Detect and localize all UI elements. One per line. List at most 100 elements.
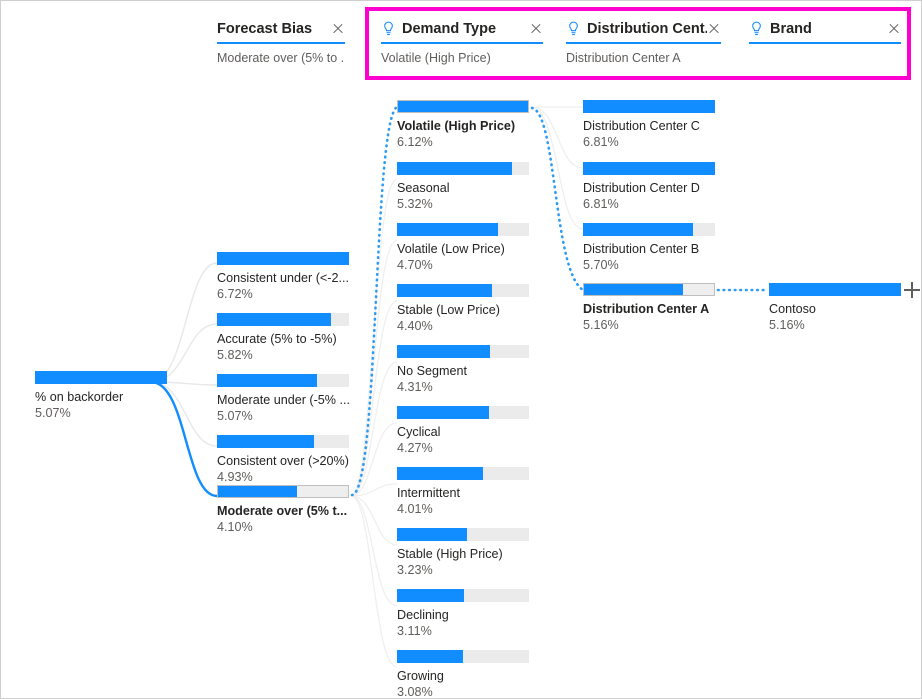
node-bar-fill	[583, 100, 715, 113]
node-value: 4.93%	[217, 470, 253, 484]
level-header-title: Distribution Cent...	[587, 21, 707, 37]
node-bar-track	[217, 252, 349, 265]
node-label: No Segment	[397, 364, 468, 378]
connector-inactive-group	[350, 178, 398, 668]
level-header-title: Brand	[770, 21, 812, 37]
node-label: Consistent over (>20%)	[217, 454, 349, 468]
level-header-title: Demand Type	[402, 21, 497, 37]
node-bar-track	[397, 223, 529, 236]
tree-node-demand-type-8[interactable]: Declining 3.11%	[397, 589, 529, 639]
node-bar-track	[217, 435, 349, 448]
tree-node-demand-type-4[interactable]: No Segment 4.31%	[397, 345, 529, 395]
node-bar-track	[397, 162, 529, 175]
tree-node-forecast-bias-1[interactable]: Accurate (5% to -5%) 5.82%	[217, 313, 349, 363]
level-header-distribution-center[interactable]: Distribution Cent... Distribution Center…	[566, 19, 721, 69]
tree-node-forecast-bias-3[interactable]: Consistent over (>20%) 4.93%	[217, 435, 349, 485]
node-bar-track	[583, 283, 715, 296]
level-header-forecast-bias[interactable]: Forecast Bias Moderate over (5% to ...	[217, 19, 345, 69]
node-value: 4.27%	[397, 441, 433, 455]
node-bar-track	[217, 485, 349, 498]
node-label: Distribution Center B	[583, 242, 700, 256]
node-bar-track	[35, 371, 167, 384]
level-header-underline	[749, 42, 901, 44]
node-bar-fill	[397, 162, 512, 175]
tree-node-demand-type-1[interactable]: Seasonal 5.32%	[397, 162, 529, 212]
node-bar-fill	[584, 284, 683, 295]
tree-node-brand-0[interactable]: Contoso 5.16%	[769, 283, 901, 333]
lightbulb-icon	[752, 21, 761, 36]
level-header-title-row: Forecast Bias	[217, 19, 345, 39]
level-header-subtitle: Moderate over (5% to ...	[217, 51, 345, 65]
node-bar-track	[397, 650, 529, 663]
level-header-underline	[217, 42, 345, 44]
close-icon[interactable]	[529, 22, 543, 36]
node-bar-track	[217, 313, 349, 326]
node-bar-track	[397, 406, 529, 419]
node-label: Intermittent	[397, 486, 460, 500]
tree-node-demand-type-9[interactable]: Growing 3.08%	[397, 650, 529, 699]
node-bar-track	[397, 467, 529, 480]
tree-node-distribution-center-2[interactable]: Distribution Center B 5.70%	[583, 223, 715, 273]
tree-node-root[interactable]: % on backorder 5.07%	[35, 371, 167, 421]
node-bar-track	[217, 374, 349, 387]
node-value: 6.81%	[583, 135, 619, 149]
node-bar-track	[397, 589, 529, 602]
node-label: Volatile (Low Price)	[397, 242, 505, 256]
tree-node-distribution-center-3[interactable]: Distribution Center A 5.16%	[583, 283, 715, 333]
node-value: 4.31%	[397, 380, 433, 394]
node-bar-fill	[35, 371, 167, 384]
node-bar-track	[397, 345, 529, 358]
close-icon[interactable]	[707, 22, 721, 36]
node-bar-track	[583, 162, 715, 175]
level-header-subtitle: Volatile (High Price)	[381, 51, 491, 65]
node-label: Distribution Center D	[583, 181, 700, 195]
node-bar-fill	[217, 313, 332, 326]
level-header-brand[interactable]: Brand	[749, 19, 901, 69]
node-bar-track	[583, 100, 715, 113]
node-bar-fill	[218, 486, 298, 497]
node-label: Moderate under (-5% ...	[217, 393, 349, 407]
node-label: Contoso	[769, 302, 816, 316]
node-label: Seasonal	[397, 181, 450, 195]
close-icon[interactable]	[331, 22, 345, 36]
node-label: Accurate (5% to -5%)	[217, 332, 337, 346]
node-label: Stable (Low Price)	[397, 303, 500, 317]
node-label: Distribution Center A	[583, 302, 710, 316]
tree-node-forecast-bias-0[interactable]: Consistent under (<-2... 6.72%	[217, 252, 349, 302]
tree-node-demand-type-3[interactable]: Stable (Low Price) 4.40%	[397, 284, 529, 334]
tree-node-demand-type-6[interactable]: Intermittent 4.01%	[397, 467, 529, 517]
tree-node-demand-type-5[interactable]: Cyclical 4.27%	[397, 406, 529, 456]
level-header-title: Forecast Bias	[217, 21, 313, 37]
node-value: 5.07%	[217, 409, 253, 423]
close-icon[interactable]	[887, 22, 901, 36]
node-label: Moderate over (5% t...	[217, 504, 348, 518]
node-bar-fill	[583, 162, 715, 175]
node-bar-track	[583, 223, 715, 236]
node-bar-track	[397, 284, 529, 297]
tree-node-demand-type-7[interactable]: Stable (High Price) 3.23%	[397, 528, 529, 578]
tree-node-distribution-center-1[interactable]: Distribution Center D 6.81%	[583, 162, 715, 212]
add-level-plus-icon[interactable]	[904, 282, 920, 298]
node-value: 5.70%	[583, 258, 619, 272]
node-label: Stable (High Price)	[397, 547, 503, 561]
node-label: Volatile (High Price)	[397, 119, 516, 133]
tree-node-forecast-bias-4[interactable]: Moderate over (5% t... 4.10%	[217, 485, 349, 535]
node-bar-track	[769, 283, 901, 296]
node-bar-fill	[397, 406, 490, 419]
node-value: 3.08%	[397, 685, 433, 699]
level-header-demand-type[interactable]: Demand Type Volatile (High Price)	[381, 19, 543, 69]
node-bar-fill	[397, 650, 464, 663]
tree-node-demand-type-0[interactable]: Volatile (High Price) 6.12%	[397, 100, 529, 150]
node-bar-fill	[397, 223, 499, 236]
connector-active-forecastbias-to-demandtype	[350, 105, 399, 497]
tree-node-distribution-center-0[interactable]: Distribution Center C 6.81%	[583, 100, 715, 150]
level-header-underline	[381, 42, 543, 44]
node-label: Declining	[397, 608, 449, 622]
node-value: 4.40%	[397, 319, 433, 333]
decomposition-tree-visual: Forecast Bias Moderate over (5% to ... D…	[0, 0, 922, 699]
node-bar-fill	[397, 528, 467, 541]
node-value: 3.11%	[397, 624, 432, 638]
tree-node-forecast-bias-2[interactable]: Moderate under (-5% ... 5.07%	[217, 374, 349, 424]
node-value: 4.01%	[397, 502, 433, 516]
tree-node-demand-type-2[interactable]: Volatile (Low Price) 4.70%	[397, 223, 529, 273]
